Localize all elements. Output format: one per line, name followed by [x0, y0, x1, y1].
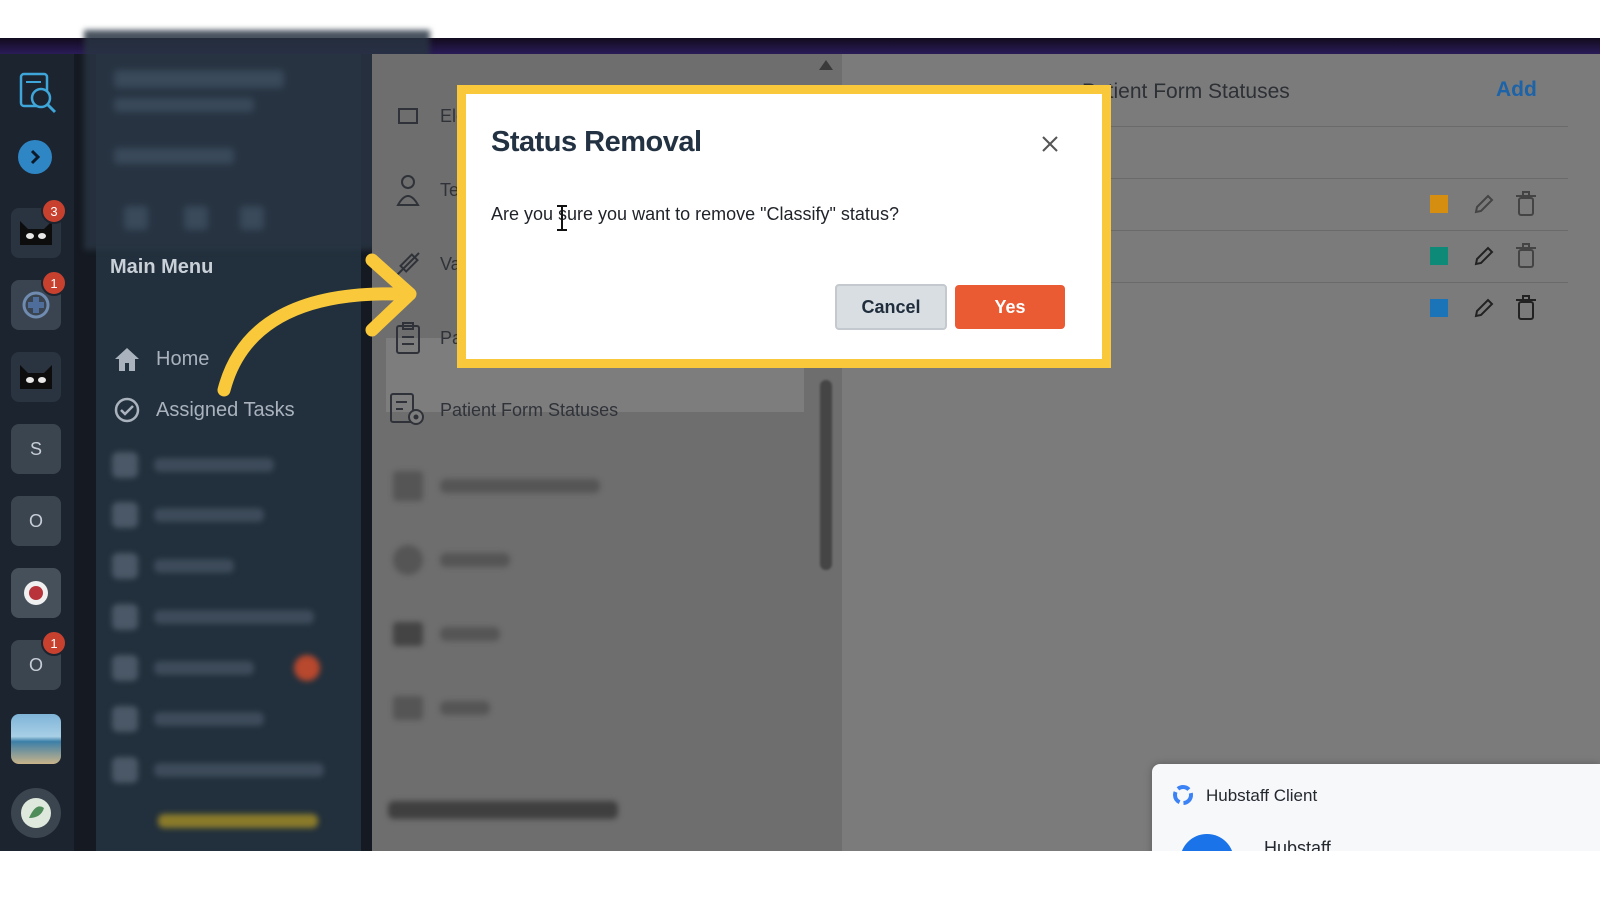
sidebar-item-home[interactable]: Home: [112, 343, 209, 375]
cat-app-icon-2[interactable]: [11, 352, 61, 402]
settings-item[interactable]: Te: [388, 160, 459, 220]
blurred-section-heading: [388, 780, 618, 840]
settings-item-label: Patient Form Statuses: [440, 399, 619, 420]
home-icon: [112, 344, 142, 374]
blurred-menu-item: [158, 808, 318, 834]
pencil-icon[interactable]: [1470, 294, 1498, 322]
text-cursor-icon: [557, 205, 567, 231]
trash-icon[interactable]: [1512, 242, 1540, 270]
blurred-settings-item: [388, 604, 500, 664]
status-color-swatch: [1430, 247, 1448, 265]
workspace-s-icon[interactable]: S: [11, 424, 61, 474]
trash-icon[interactable]: [1512, 294, 1540, 322]
bottom-margin: [0, 851, 1600, 900]
status-row: [1430, 241, 1554, 271]
cancel-button[interactable]: Cancel: [835, 284, 947, 330]
status-row: [1430, 293, 1554, 323]
blurred-menu-item: [112, 452, 274, 478]
add-button[interactable]: Add: [1496, 78, 1537, 102]
blurred-menu-item: [112, 604, 314, 630]
divider: [1100, 282, 1568, 283]
badge-logo-icon[interactable]: [11, 568, 61, 618]
workspace-o-icon-2[interactable]: O 1: [11, 630, 67, 690]
blurred-menu-item: [112, 655, 320, 681]
blurred-settings-item: [388, 530, 510, 590]
blurred-settings-item: [388, 456, 600, 516]
pencil-icon[interactable]: [1470, 242, 1498, 270]
blurred-menu-item: [112, 757, 324, 783]
blurred-menu-item: [112, 553, 234, 579]
notification-badge: 1: [41, 630, 67, 656]
highlight-arrow: [217, 253, 417, 397]
workspace-o-icon[interactable]: O: [11, 496, 61, 546]
expand-chevron-icon[interactable]: [18, 140, 52, 174]
divider: [1100, 126, 1568, 127]
leaf-logo-icon[interactable]: [11, 788, 61, 838]
search-app-icon[interactable]: [12, 66, 62, 116]
sidebar-item-label: Home: [156, 347, 210, 370]
cat-app-icon[interactable]: 3: [11, 198, 67, 258]
pencil-icon[interactable]: [1470, 190, 1498, 218]
status-row: [1430, 189, 1554, 219]
yes-button[interactable]: Yes: [955, 285, 1065, 329]
hubstaff-logo-icon: [1173, 785, 1193, 805]
sidebar-item-label: Assigned Tasks: [156, 398, 295, 421]
person-icon: [388, 170, 428, 210]
beach-avatar-icon[interactable]: [11, 714, 61, 764]
page-title: Patient Form Statuses: [1082, 80, 1290, 103]
divider: [1100, 230, 1568, 231]
main-menu-title: Main Menu: [110, 256, 214, 278]
screenshot-stage: 3 1 S O O 1 Main Menu Home Assigned Task…: [0, 0, 1600, 900]
app-rail: 3 1 S O O 1: [0, 54, 74, 868]
scroll-up-icon[interactable]: [818, 58, 834, 72]
status-color-swatch: [1430, 195, 1448, 213]
notification-badge: 3: [41, 198, 67, 224]
medical-app-icon[interactable]: 1: [11, 270, 67, 330]
blurred-menu-item: [112, 706, 264, 732]
dialog-title: Status Removal: [491, 126, 702, 158]
divider: [1100, 178, 1568, 179]
scrollbar[interactable]: [820, 380, 832, 570]
notification-badge: 1: [41, 270, 67, 296]
close-icon[interactable]: [1036, 130, 1064, 158]
check-circle-icon: [112, 395, 142, 425]
dialog-message: Are you sure you want to remove "Classif…: [491, 204, 899, 224]
notification-app-name: Hubstaff Client: [1206, 786, 1318, 805]
settings-item[interactable]: Ele: [388, 86, 466, 146]
wrench-icon: [388, 96, 428, 136]
status-color-swatch: [1430, 299, 1448, 317]
blurred-menu-item: [112, 502, 264, 528]
blurred-settings-item: [388, 678, 490, 738]
trash-icon[interactable]: [1512, 190, 1540, 218]
